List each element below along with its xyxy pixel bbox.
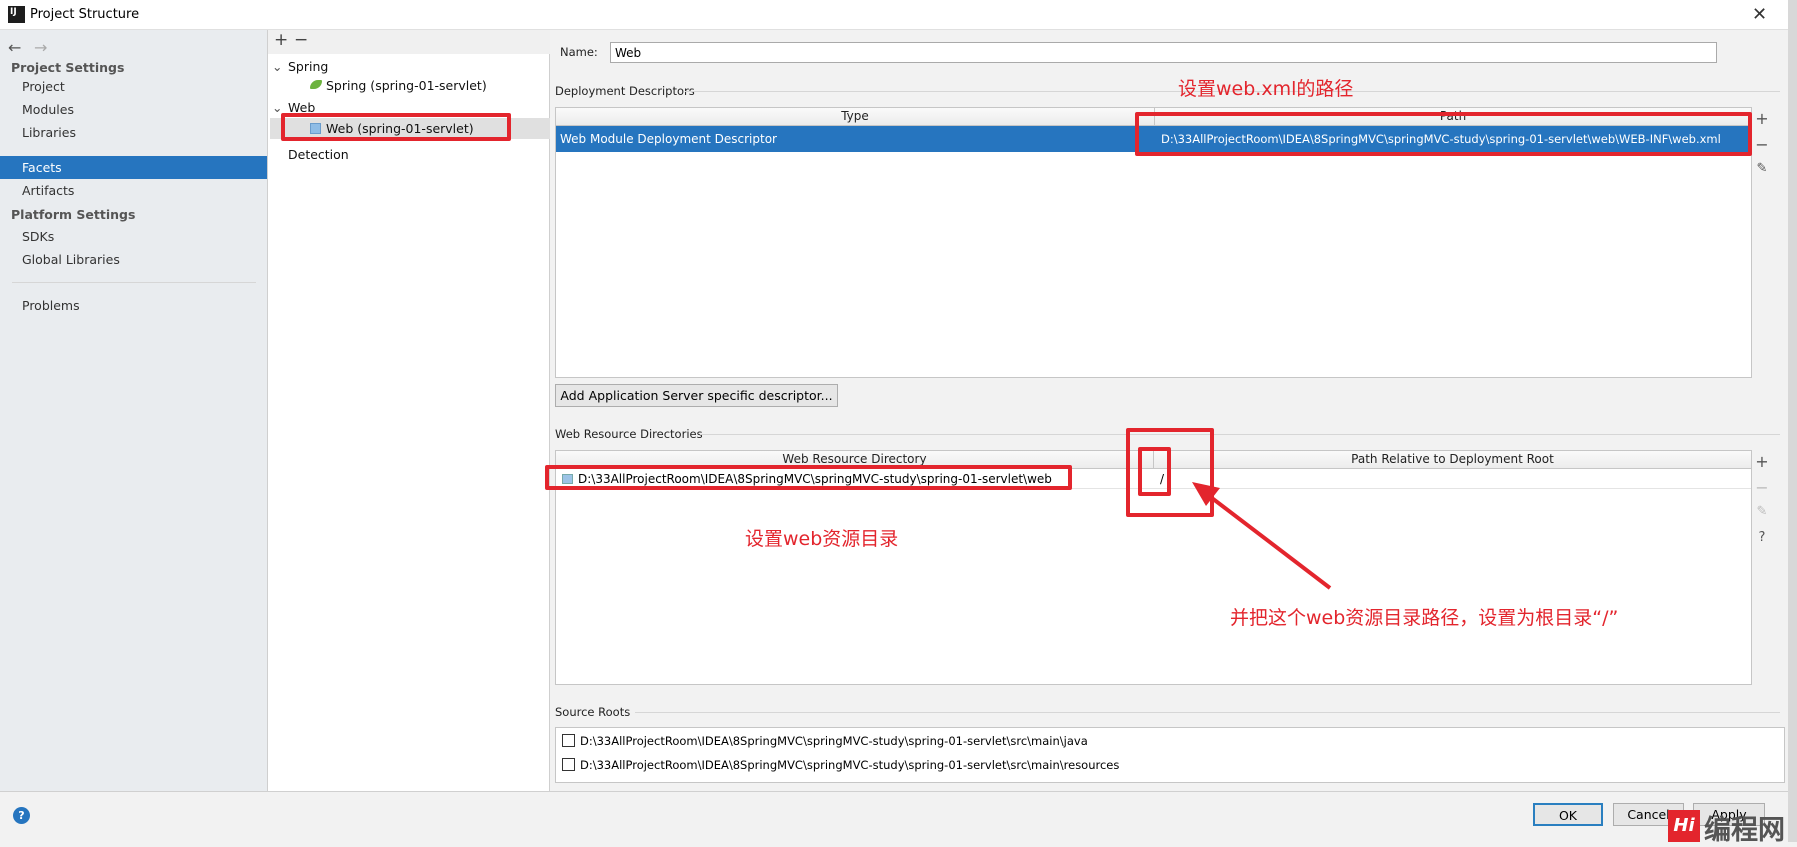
chevron-down-icon[interactable]: ⌄ [272, 56, 282, 77]
forward-arrow-icon[interactable]: → [34, 38, 47, 57]
add-icon[interactable]: + [1752, 109, 1772, 128]
edit-pencil-icon[interactable]: ✎ [1752, 161, 1772, 176]
annotation-web-dir: 设置web资源目录 [745, 528, 899, 550]
annotation-box-xml-path [1135, 112, 1752, 156]
web-resource-directories-label: Web Resource Directories [555, 427, 703, 441]
spring-leaf-icon [310, 80, 322, 89]
name-input[interactable] [610, 42, 1717, 63]
checkbox[interactable] [562, 758, 575, 771]
back-arrow-icon[interactable]: ← [8, 38, 21, 57]
ok-button[interactable]: OK [1533, 803, 1603, 826]
source-root-item[interactable]: D:\33AllProjectRoom\IDEA\8SpringMVC\spri… [562, 758, 1119, 772]
tree-node-spring[interactable]: Spring [288, 56, 328, 77]
section-project-settings: Project Settings [11, 60, 125, 75]
intellij-logo-icon: IJ [8, 6, 25, 23]
add-server-descriptor-button[interactable]: Add Application Server specific descript… [555, 384, 838, 407]
checkbox[interactable] [562, 734, 575, 747]
remove-icon[interactable]: − [294, 30, 308, 50]
help-icon[interactable]: ? [1752, 530, 1772, 545]
annotation-box-root-inner [1138, 447, 1171, 496]
source-roots-list: D:\33AllProjectRoom\IDEA\8SpringMVC\spri… [555, 727, 1785, 783]
annotation-root: 并把这个web资源目录路径，设置为根目录“/” [1230, 607, 1619, 629]
sidebar: ← → Project Settings Project Modules Lib… [0, 30, 268, 791]
watermark-text: 编程网 [1704, 815, 1785, 846]
tree-toolbar: + − [268, 30, 550, 54]
source-root-item[interactable]: D:\33AllProjectRoom\IDEA\8SpringMVC\spri… [562, 734, 1088, 748]
sidebar-item-sdks[interactable]: SDKs [0, 225, 267, 248]
column-header-relative-path[interactable]: Path Relative to Deployment Root [1154, 451, 1751, 469]
divider [700, 434, 1780, 435]
annotation-xml-path: 设置web.xml的路径 [1178, 78, 1354, 100]
sidebar-item-global-libraries[interactable]: Global Libraries [0, 248, 267, 271]
facet-tree: + − ⌄ Spring Spring (spring-01-servlet) … [268, 30, 550, 791]
source-root-path: D:\33AllProjectRoom\IDEA\8SpringMVC\spri… [580, 758, 1120, 772]
source-roots-label: Source Roots [555, 705, 631, 719]
tree-node-spring-servlet[interactable]: Spring (spring-01-servlet) [326, 75, 487, 96]
sidebar-item-modules[interactable]: Modules [0, 98, 267, 121]
name-label: Name: [560, 45, 598, 59]
deployment-descriptors-label: Deployment Descriptors [555, 84, 695, 98]
add-icon[interactable]: + [1752, 452, 1772, 471]
remove-icon[interactable]: − [1752, 135, 1772, 154]
sidebar-item-libraries[interactable]: Libraries [0, 121, 267, 144]
title-bar: IJ Project Structure ✕ [0, 0, 1788, 30]
window-shadow [1788, 0, 1797, 842]
tree-node-detection[interactable]: Detection [288, 144, 349, 165]
help-icon[interactable]: ? [13, 807, 30, 824]
section-platform-settings: Platform Settings [11, 207, 136, 222]
divider [12, 282, 256, 283]
edit-pencil-icon[interactable]: ✎ [1752, 504, 1772, 519]
watermark-logo: Hi 编程网 [1668, 808, 1796, 846]
watermark-icon: Hi [1668, 810, 1700, 842]
source-root-path: D:\33AllProjectRoom\IDEA\8SpringMVC\spri… [580, 734, 1088, 748]
add-icon[interactable]: + [274, 30, 288, 50]
sidebar-item-project[interactable]: Project [0, 75, 267, 98]
column-header-type[interactable]: Type [556, 108, 1155, 126]
divider [635, 712, 1780, 713]
descriptor-type: Web Module Deployment Descriptor [560, 132, 777, 146]
dialog-footer: ? OK Cancel Apply [0, 791, 1788, 842]
annotation-box-web-dir [545, 465, 1072, 490]
sidebar-item-artifacts[interactable]: Artifacts [0, 179, 267, 202]
remove-icon[interactable]: − [1752, 478, 1772, 497]
sidebar-item-problems[interactable]: Problems [0, 294, 267, 317]
close-icon[interactable]: ✕ [1752, 4, 1767, 25]
sidebar-item-facets-highlight[interactable]: Facets [0, 156, 267, 179]
annotation-box-web-facet [281, 113, 511, 141]
window-title: Project Structure [30, 7, 140, 22]
annotation-arrow [1192, 482, 1332, 590]
